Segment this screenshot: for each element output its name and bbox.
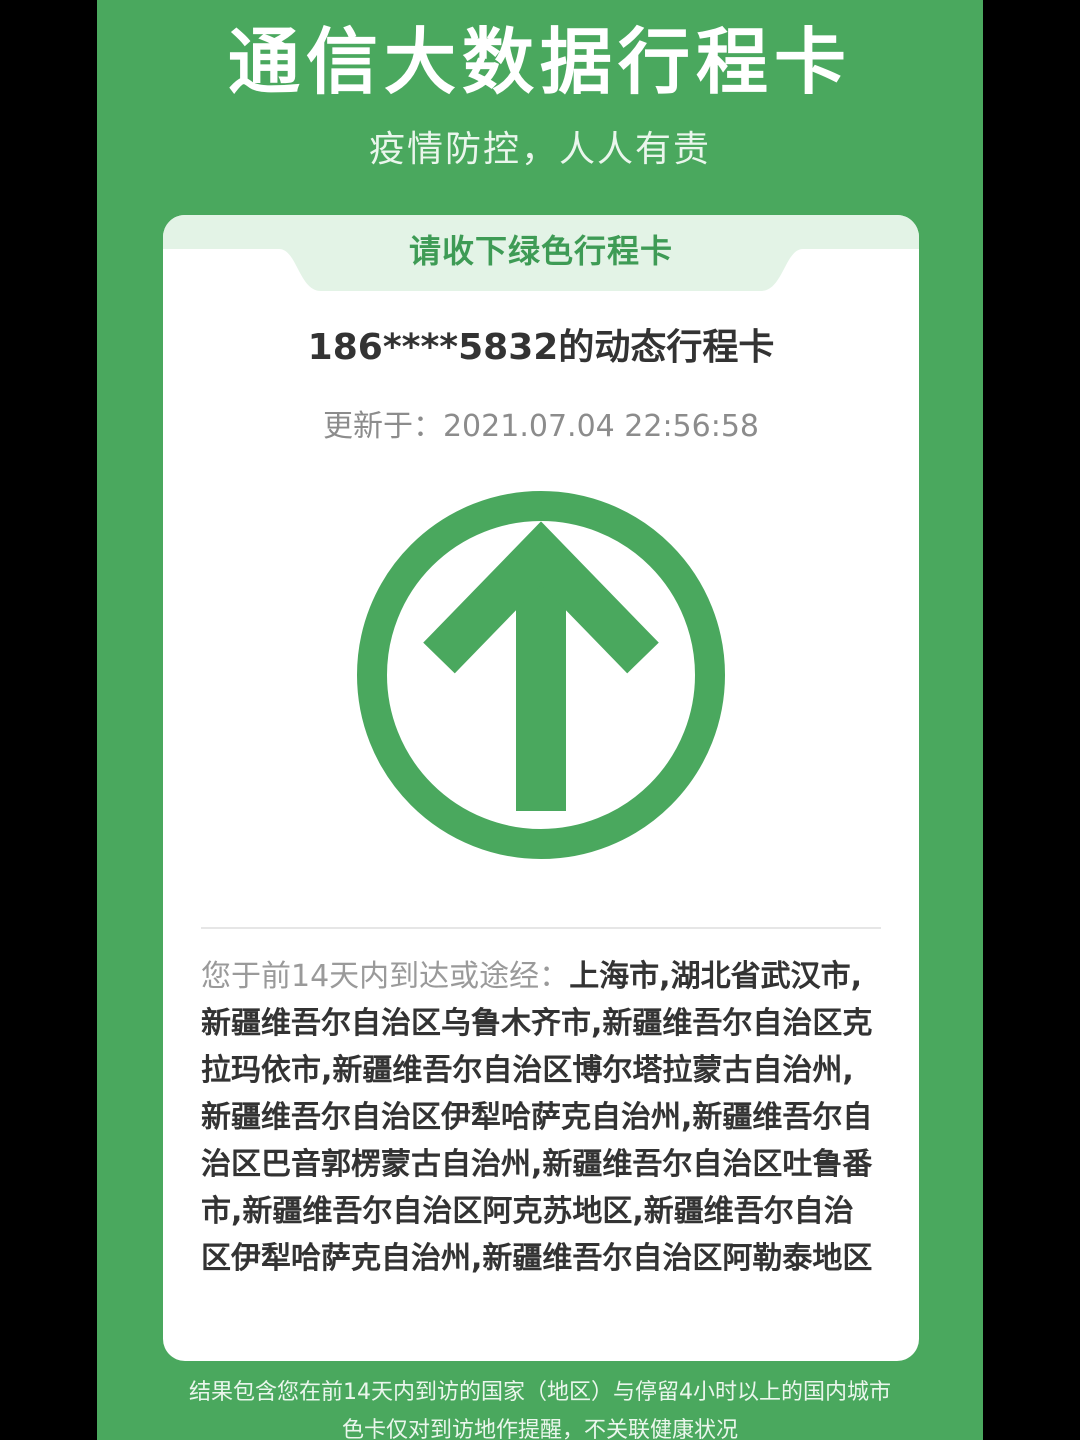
update-time: 更新于：2021.07.04 22:56:58 — [163, 405, 919, 449]
update-time-label: 更新于： — [322, 409, 443, 444]
trip-history-label: 您于前14天内到达或途经： — [201, 959, 570, 994]
trip-card-screen: 通信大数据行程卡 疫情防控，人人有责 请收下绿色行程卡 186****5832的… — [97, 0, 983, 1440]
card-header: 请收下绿色行程卡 — [163, 215, 919, 291]
footer-note: 结果包含您在前14天内到访的国家（地区）与停留4小时以上的国内城市 色卡仅对到访… — [97, 1374, 983, 1440]
app-subtitle: 疫情防控，人人有责 — [368, 129, 711, 170]
update-time-value: 2021.07.04 22:56:58 — [442, 409, 760, 444]
card-title: 186****5832的动态行程卡 — [307, 327, 775, 368]
up-arrow-circle-icon — [353, 487, 729, 863]
card-header-label: 请收下绿色行程卡 — [408, 232, 673, 270]
footer-note-line-1: 结果包含您在前14天内到访的国家（地区）与停留4小时以上的国内城市 — [189, 1380, 891, 1405]
divider — [201, 927, 881, 929]
trip-history: 您于前14天内到达或途经：上海市,湖北省武汉市,新疆维吾尔自治区乌鲁木齐市,新疆… — [201, 953, 881, 1282]
trip-history-places: 上海市,湖北省武汉市,新疆维吾尔自治区乌鲁木齐市,新疆维吾尔自治区克拉玛依市,新… — [201, 959, 873, 1276]
app-title: 通信大数据行程卡 — [227, 20, 852, 104]
footer-note-line-2: 色卡仅对到访地作提醒，不关联健康状况 — [341, 1418, 738, 1440]
trip-card: 请收下绿色行程卡 186****5832的动态行程卡 更新于：2021.07.0… — [163, 215, 919, 1361]
